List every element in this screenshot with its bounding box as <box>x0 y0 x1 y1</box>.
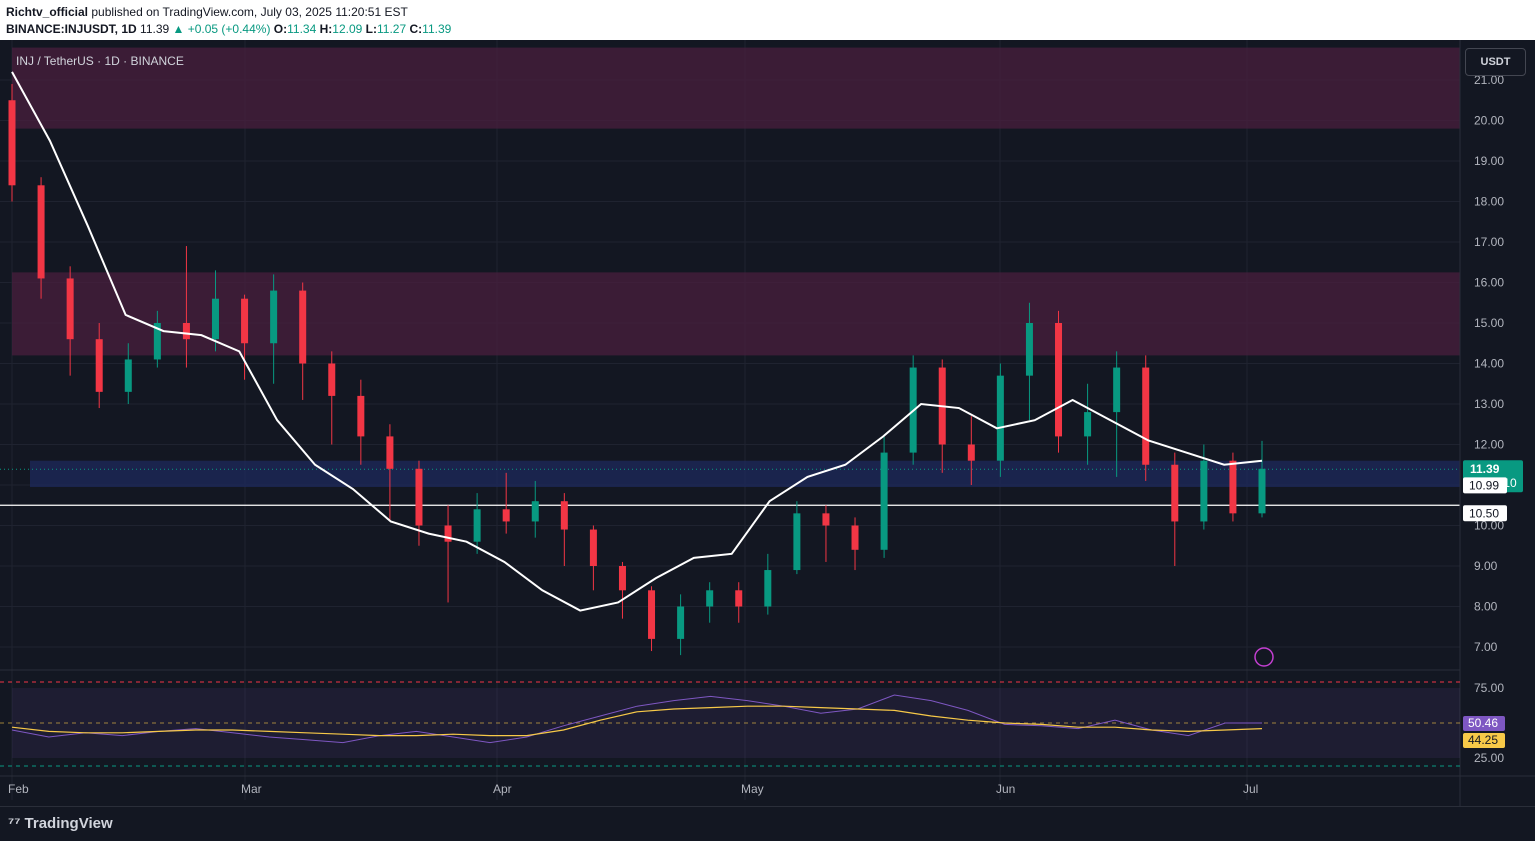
candle-body <box>211 298 219 340</box>
candle-body <box>357 395 365 437</box>
published-text: published on TradingView.com, July 03, 2… <box>91 5 408 19</box>
tradingview-logo[interactable]: ⁷⁷ TradingView <box>8 815 113 832</box>
candle-body <box>648 590 656 639</box>
candle-body <box>880 452 888 550</box>
candle-body <box>531 501 539 522</box>
candle-body <box>735 590 743 607</box>
candle-body <box>182 323 190 340</box>
price-tick-label: 18.00 <box>1474 195 1504 209</box>
price-tick-label: 16.00 <box>1474 276 1504 290</box>
candle-body <box>66 278 74 340</box>
open-label: O: <box>273 22 288 36</box>
rsi-pane: 75.00 25.00 50.46 44.25 <box>0 669 1505 767</box>
candle-body <box>1171 464 1179 522</box>
candle-body <box>124 359 132 392</box>
candle-body <box>560 501 568 530</box>
candle-body <box>1113 367 1121 413</box>
high-label: H: <box>319 22 333 36</box>
candle-body <box>1229 460 1237 514</box>
demand-zone <box>30 460 1460 488</box>
time-tick-label: Jun <box>996 782 1015 796</box>
symbol-label: INJ / TetherUS · 1D · BINANCE <box>16 54 184 68</box>
time-tick-label: Jul <box>1243 782 1258 796</box>
candle-body <box>386 436 394 469</box>
candle-body <box>415 468 423 526</box>
candle-body <box>1142 367 1150 465</box>
rsi-ma-value: 44.25 <box>1468 733 1498 747</box>
price-tick-label: 9.00 <box>1474 559 1498 573</box>
low-value: 11.27 <box>377 22 407 36</box>
publish-line: Richtv_official published on TradingView… <box>6 5 408 19</box>
candle-body <box>37 185 45 279</box>
price-chart-svg[interactable]: 21.0020.0019.0018.0017.0016.0015.0014.00… <box>0 40 1535 806</box>
rsi-value: 50.46 <box>1468 716 1498 730</box>
candle-body <box>706 590 714 607</box>
time-tick-label: Apr <box>493 782 512 796</box>
footer: ⁷⁷ TradingView <box>0 806 1535 841</box>
price-tick-label: 15.00 <box>1474 316 1504 330</box>
last-price: 11.39 <box>140 22 170 36</box>
candle-body <box>793 513 801 571</box>
price-tick-label: 13.00 <box>1474 397 1504 411</box>
price-tick-label: 7.00 <box>1474 640 1498 654</box>
alert-icon <box>1254 647 1274 667</box>
time-tick-label: Feb <box>8 782 29 796</box>
price-tick-label: 12.00 <box>1474 438 1504 452</box>
candle-body <box>95 339 103 392</box>
price-tick-label: 17.00 <box>1474 235 1504 249</box>
supply-zone <box>12 47 1460 129</box>
publish-header: Richtv_official published on TradingView… <box>0 0 1535 40</box>
currency-button[interactable]: USDT <box>1465 48 1526 76</box>
candle-body <box>589 529 597 566</box>
candle-body <box>1258 468 1266 514</box>
logo-text: TradingView <box>24 815 113 832</box>
candles <box>8 84 1266 656</box>
last-price-value: 11.39 <box>1470 462 1500 476</box>
close-value: 11.39 <box>422 22 452 36</box>
candle-body <box>822 513 830 526</box>
grid-lines <box>0 40 1460 800</box>
candle-body <box>270 290 278 344</box>
open-value: 11.34 <box>287 22 317 36</box>
candle-body <box>996 375 1004 461</box>
price-tick-label: 14.00 <box>1474 357 1504 371</box>
line-b-value: 10.50 <box>1469 506 1499 520</box>
candle-body <box>1025 323 1033 376</box>
candle-body <box>677 606 685 639</box>
time-tick-label: Mar <box>241 782 262 796</box>
candle-body <box>502 509 510 522</box>
rsi-tick-label: 75.00 <box>1474 681 1504 695</box>
candle-body <box>1084 412 1092 437</box>
low-label: L: <box>365 22 377 36</box>
price-tick-label: 8.00 <box>1474 600 1498 614</box>
price-tick-label: 20.00 <box>1474 114 1504 128</box>
price-change: ▲ +0.05 (+0.44%) <box>172 22 271 36</box>
author-name[interactable]: Richtv_official <box>6 5 88 19</box>
candle-body <box>851 525 859 550</box>
candle-body <box>473 509 481 542</box>
supply-zone <box>12 272 1460 356</box>
candle-body <box>328 363 336 396</box>
line-a-value: 10.99 <box>1469 478 1499 492</box>
chart-area[interactable]: 21.00 20.00 19.00 18.00 17.00 16.00 15.00 14.00… <box>0 40 1535 806</box>
candle-body <box>241 298 249 344</box>
zones <box>0 47 1460 506</box>
candle-body <box>299 290 307 364</box>
time-tick-label: May <box>741 782 764 796</box>
candle-body <box>967 444 975 461</box>
high-value: 12.09 <box>332 22 363 36</box>
logo-icon: ⁷⁷ <box>8 815 25 832</box>
close-label: C: <box>409 22 423 36</box>
candle-body <box>8 100 16 186</box>
candle-body <box>1055 323 1063 437</box>
candle-body <box>618 566 626 591</box>
price-tick-label: 19.00 <box>1474 154 1504 168</box>
candle-body <box>764 570 772 607</box>
symbol-name: BINANCE:INJUSDT, 1D <box>6 22 137 36</box>
ohlc-line: BINANCE:INJUSDT, 1D 11.39 ▲ +0.05 (+0.44… <box>6 22 451 36</box>
rsi-tick-label: 25.00 <box>1474 751 1504 765</box>
candle-body <box>1200 460 1208 522</box>
